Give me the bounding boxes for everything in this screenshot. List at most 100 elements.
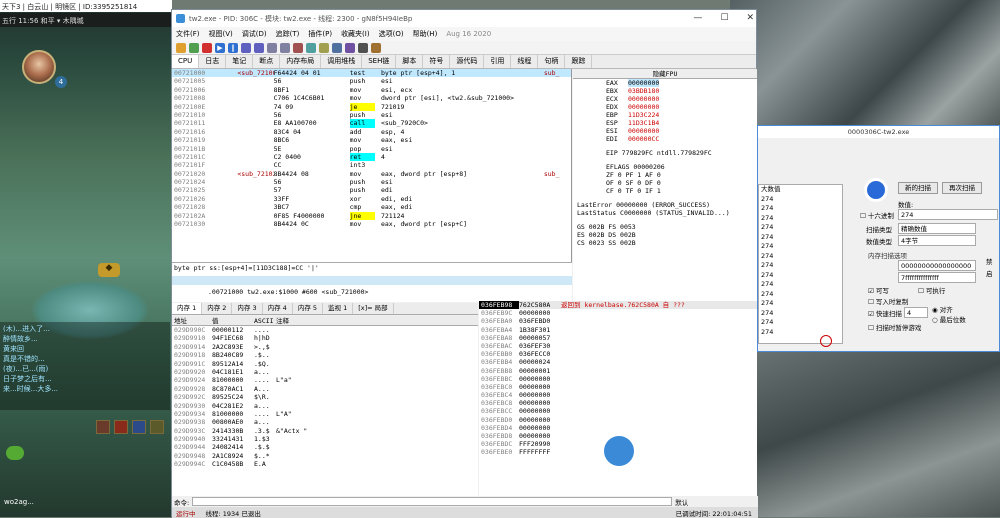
stack-row[interactable]: 036FEBC4 00000000 bbox=[479, 391, 757, 399]
bookmark-icon[interactable] bbox=[293, 42, 303, 53]
trace-icon[interactable] bbox=[280, 42, 290, 53]
tab-source[interactable]: 源代码 bbox=[450, 55, 485, 68]
scan-result-row[interactable]: 274 bbox=[759, 318, 842, 328]
scan-result-row[interactable]: 274 bbox=[759, 214, 842, 224]
menu-file[interactable]: 文件(F) bbox=[176, 29, 200, 39]
dump-row[interactable]: 029D9918 8B240C89 .$.. bbox=[172, 351, 478, 359]
maximize-icon[interactable]: ☐ bbox=[720, 13, 728, 23]
stack-row[interactable]: 036FEBA0 036FEBD0 bbox=[479, 317, 757, 325]
disasm-row[interactable]: 00721020 <sub_72102 8B4424 08 mov eax, dword… bbox=[172, 170, 571, 178]
disasm-row[interactable]: 00721016 83C4 04 add esp, 4 bbox=[172, 128, 571, 136]
disasm-row[interactable]: 0072102A 0F85 F4000000 jne 721124 bbox=[172, 211, 571, 221]
font-icon[interactable] bbox=[358, 42, 368, 53]
first-scan-button[interactable]: 新的扫描 bbox=[898, 182, 938, 194]
dump-row[interactable]: 029D9944 24082414 .$.$ bbox=[172, 443, 478, 451]
dump-row[interactable]: 029D9910 94F1EC68 h|hD bbox=[172, 334, 478, 342]
memory-dump[interactable]: 地址 值 ASCII 注释 029D990C 00000112.... 029D99… bbox=[172, 316, 478, 496]
disasm-row[interactable]: 0072101C C2 0400 ret 4 bbox=[172, 152, 571, 162]
tab-symbols[interactable]: 符号 bbox=[423, 55, 451, 68]
scan-result-row[interactable]: 274 bbox=[759, 204, 842, 214]
register-row[interactable]: ESP 11D3C1B4 bbox=[573, 119, 757, 127]
dump-row[interactable]: 029D9934 81000000.... L"A" bbox=[172, 410, 478, 418]
stack-row[interactable]: 036FEBC8 00000000 bbox=[479, 399, 757, 407]
menu-help[interactable]: 帮助(H) bbox=[413, 29, 438, 39]
skill-icon[interactable] bbox=[150, 420, 164, 434]
stack-row[interactable]: 036FEBC0 00000000 bbox=[479, 383, 757, 391]
tab-notes[interactable]: 笔记 bbox=[226, 55, 254, 68]
value-input[interactable]: 274 bbox=[898, 209, 998, 220]
tab-script[interactable]: 脚本 bbox=[396, 55, 424, 68]
command-input[interactable] bbox=[192, 497, 673, 506]
disasm-row[interactable]: 00721019 8BC6 mov eax, esi bbox=[172, 136, 571, 144]
dump-row[interactable]: 029D9940 33241431 1.$3 bbox=[172, 435, 478, 443]
disasm-row[interactable]: 0072101F CC int3 bbox=[172, 161, 571, 169]
flags-row[interactable]: ZF 0 PF 1 AF 0 bbox=[573, 171, 757, 179]
trace-icon[interactable] bbox=[267, 42, 277, 53]
eip-register[interactable]: EIP 779829FC ntdll.779829FC bbox=[573, 149, 757, 157]
fast-scan-checkbox[interactable]: ☑ 快速扫描 bbox=[868, 308, 902, 318]
pause-game-checkbox[interactable]: ☐ 扫描时暂停游戏 bbox=[868, 322, 921, 332]
flags-row[interactable]: OF 0 SF 0 DF 0 bbox=[573, 179, 757, 187]
dump-row[interactable]: 029D994C C1C0458B E.A bbox=[172, 460, 478, 468]
stop-icon[interactable] bbox=[820, 335, 832, 347]
tab-references[interactable]: 引用 bbox=[484, 55, 512, 68]
scan-type-select[interactable]: 精确数值 bbox=[898, 223, 976, 234]
tab-trace[interactable]: 跟踪 bbox=[565, 55, 593, 68]
eflags-register[interactable]: EFLAGS 00000206 bbox=[573, 163, 757, 171]
registers-panel[interactable]: 隐藏FPU EAX 00000000 EBX 03BDB180 ECX 00000000 E… bbox=[573, 69, 757, 301]
open-icon[interactable] bbox=[176, 42, 186, 53]
menu-favourites[interactable]: 收藏夹(I) bbox=[341, 29, 370, 39]
dump-row[interactable]: 029D991C 89512A14 .$Q. bbox=[172, 360, 478, 368]
pet-icon[interactable] bbox=[6, 446, 24, 460]
dump-row[interactable]: 029D993C 2414330B .3.$ &"Actx " bbox=[172, 427, 478, 435]
scan-result-row[interactable]: 274 bbox=[759, 223, 842, 233]
settings-icon[interactable] bbox=[332, 42, 342, 53]
tab-dump-5[interactable]: 内存 5 bbox=[293, 303, 324, 314]
stack-row[interactable]: 036FEB9C 00000000 bbox=[479, 309, 757, 317]
menu-options[interactable]: 选项(O) bbox=[379, 29, 404, 39]
menu-plugins[interactable]: 插件(P) bbox=[308, 29, 332, 39]
tab-dump-1[interactable]: 内存 1 bbox=[172, 303, 203, 314]
pause-icon[interactable]: ‖ bbox=[228, 42, 238, 53]
quest-marker-icon[interactable]: ◆ bbox=[98, 263, 120, 277]
stop-address-input[interactable]: 7fffffffffffffff bbox=[898, 272, 976, 283]
stop-icon[interactable] bbox=[202, 42, 212, 53]
flags-row[interactable]: CF 0 TF 0 IF 1 bbox=[573, 187, 757, 195]
stack-row[interactable]: 036FEBB8 00000001 bbox=[479, 367, 757, 375]
segment-row[interactable]: GS 002B FS 0053 bbox=[573, 223, 757, 231]
scan-result-row[interactable]: 274 bbox=[759, 309, 842, 319]
scan-result-row[interactable]: 274 bbox=[759, 195, 842, 205]
disassembly-view[interactable]: 00721000 <sub_72100 F64424 04 01 test byte p… bbox=[172, 69, 572, 262]
scan-result-row[interactable]: 274 bbox=[759, 252, 842, 262]
tab-dump-2[interactable]: 内存 2 bbox=[202, 303, 233, 314]
hex-checkbox-label[interactable]: ☐ 十六进制 bbox=[860, 210, 894, 220]
stack-row[interactable]: 036FEBB0 036FECC0 bbox=[479, 350, 757, 358]
dump-row[interactable]: 029D9914 2A2C893E >.,$ bbox=[172, 343, 478, 351]
stack-row[interactable]: 036FEBAC 036FEF30 bbox=[479, 342, 757, 350]
patch-icon[interactable] bbox=[345, 42, 355, 53]
value-type-select[interactable]: 4字节 bbox=[898, 235, 976, 246]
hide-fpu-button[interactable]: 隐藏FPU bbox=[573, 69, 757, 79]
tab-cpu[interactable]: CPU bbox=[172, 55, 200, 68]
disasm-row[interactable]: 00721006 8BF1 mov esi, ecx bbox=[172, 86, 571, 94]
stack-row[interactable]: 036FEBBC 00000000 bbox=[479, 375, 757, 383]
dump-row[interactable]: 029D9938 00800AE0 a... bbox=[172, 418, 478, 426]
skill-icon[interactable] bbox=[114, 420, 128, 434]
disasm-row[interactable]: 00721008 C706 1C4C6B01 mov dword ptr [esi],… bbox=[172, 94, 571, 102]
tab-breakpoints[interactable]: 断点 bbox=[253, 55, 281, 68]
close-icon[interactable]: ✕ bbox=[746, 13, 754, 23]
tab-dump-3[interactable]: 内存 3 bbox=[232, 303, 263, 314]
disasm-row[interactable]: 00721030 8B4424 0C mov eax, dword ptr [esp+… bbox=[172, 220, 571, 228]
scan-result-row[interactable]: 274 bbox=[759, 280, 842, 290]
register-row[interactable]: EDX 00000000 bbox=[573, 103, 757, 111]
tab-memory-map[interactable]: 内存布局 bbox=[280, 55, 322, 68]
dump-row[interactable]: 029D9948 2A1C8924 $..* bbox=[172, 452, 478, 460]
dump-row[interactable]: 029D9920 04C181E1 a... bbox=[172, 368, 478, 376]
align-radio[interactable]: ◉ 对齐 bbox=[932, 304, 953, 314]
side-option[interactable]: 启 bbox=[986, 268, 993, 278]
process-select-icon[interactable] bbox=[864, 178, 888, 202]
tab-dump-4[interactable]: 内存 4 bbox=[263, 303, 293, 314]
scan-result-row[interactable]: 274 bbox=[759, 233, 842, 243]
scan-result-row[interactable]: 274 bbox=[759, 242, 842, 252]
step-over-icon[interactable] bbox=[254, 42, 264, 53]
